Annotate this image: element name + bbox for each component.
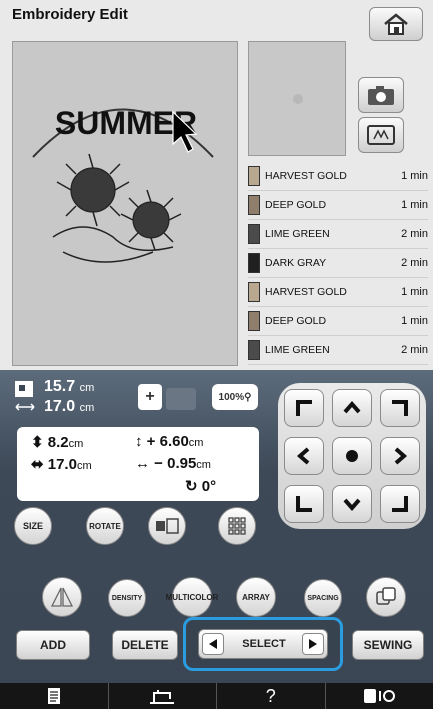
border-pattern-icon — [156, 518, 179, 534]
center-button[interactable] — [332, 437, 372, 475]
camera-icon — [368, 86, 394, 105]
move-up-button[interactable] — [332, 389, 372, 427]
mirror-button[interactable] — [42, 577, 82, 617]
dot-icon — [346, 450, 358, 462]
sewing-machine-icon — [150, 690, 175, 704]
select-label: SELECT — [242, 638, 286, 650]
thread-swatch — [248, 311, 260, 331]
spacing-button[interactable]: SPACING — [304, 579, 342, 617]
corner-up-right-icon — [392, 400, 408, 416]
thread-swatch — [248, 166, 260, 186]
size-info-strip: 15.7 cm 17.0 cm + 100% ⚲ — [0, 376, 260, 422]
chevron-down-icon — [343, 498, 361, 512]
chevron-left-icon — [296, 447, 310, 465]
move-up-right-button[interactable] — [380, 389, 420, 427]
select-previous-button[interactable] — [202, 633, 224, 655]
document-icon — [47, 688, 60, 704]
footer-bar: ? — [0, 683, 433, 709]
move-arrow-pad — [278, 383, 426, 529]
width-icon: ⬌ — [31, 456, 44, 473]
density-button[interactable]: DENSITY — [108, 579, 146, 617]
thumbnail-strip — [166, 388, 196, 410]
horizontal-move-icon: ↔ — [135, 455, 150, 472]
border-button[interactable] — [148, 507, 186, 545]
size-icon — [15, 381, 35, 411]
home-button[interactable] — [369, 7, 423, 41]
duplicate-button[interactable] — [366, 577, 406, 617]
embroidery-frame-icon — [367, 125, 395, 145]
document-button[interactable] — [0, 683, 109, 709]
settings-button[interactable] — [326, 683, 433, 709]
grid-icon — [228, 517, 246, 535]
list-item[interactable]: LIME GREEN 2 min — [248, 336, 428, 365]
thread-swatch — [248, 282, 260, 302]
corner-down-left-icon — [296, 496, 312, 512]
rotate-button[interactable]: ROTATE — [86, 507, 124, 545]
triangle-right-icon — [309, 639, 317, 649]
corner-up-left-icon — [296, 400, 312, 416]
array-button[interactable]: ARRAY — [236, 577, 276, 617]
vertical-offset: ↕ + 6.60cm — [135, 433, 204, 450]
zoom-icon: ⚲ — [244, 391, 252, 403]
duplicate-icon — [376, 587, 396, 605]
move-left-button[interactable] — [284, 437, 324, 475]
embroidery-design: SUMMER — [32, 105, 214, 263]
rotation-icon: ↻ — [185, 478, 198, 495]
thread-swatch — [248, 195, 260, 215]
sewing-button[interactable]: SEWING — [352, 630, 424, 660]
chevron-up-icon — [343, 400, 361, 414]
height-readout: 15.7 cm — [44, 378, 95, 395]
size-button[interactable]: SIZE — [14, 507, 52, 545]
frame-view-button[interactable] — [358, 117, 404, 153]
list-item[interactable]: HARVEST GOLD 1 min — [248, 278, 428, 307]
list-item[interactable]: DARK GRAY 2 min — [248, 249, 428, 278]
zoom-button[interactable]: 100% ⚲ — [212, 384, 258, 410]
move-right-button[interactable] — [380, 437, 420, 475]
list-item[interactable]: LIME GREEN 2 min — [248, 220, 428, 249]
home-icon — [384, 13, 408, 35]
move-down-button[interactable] — [332, 485, 372, 523]
move-down-left-button[interactable] — [284, 485, 324, 523]
select-control: SELECT — [198, 629, 328, 659]
position-info-box: ⬍ 8.2cm ⬌ 17.0cm ↕ + 6.60cm ↔ − 0.95cm ↻… — [17, 427, 259, 501]
page-title: Embroidery Edit — [12, 6, 128, 23]
add-thumbnail-button[interactable]: + — [138, 384, 162, 410]
vertical-move-icon: ↕ — [135, 433, 143, 450]
thread-color-list[interactable]: HARVEST GOLD 1 min DEEP GOLD 1 min LIME GR… — [248, 162, 428, 365]
multi-color-button[interactable]: MULTI COLOR — [166, 577, 218, 617]
chevron-right-icon — [394, 447, 408, 465]
horizontal-offset: ↔ − 0.95cm — [135, 455, 211, 472]
selection-height: ⬍ 8.2cm — [31, 434, 84, 451]
move-up-left-button[interactable] — [284, 389, 324, 427]
list-item[interactable]: DEEP GOLD 1 min — [248, 191, 428, 220]
grid-layout-button[interactable] — [218, 507, 256, 545]
triangle-left-icon — [209, 639, 217, 649]
width-readout: 17.0 cm — [44, 398, 95, 415]
thread-swatch — [248, 253, 260, 273]
move-down-right-button[interactable] — [380, 485, 420, 523]
thread-swatch — [248, 340, 260, 360]
design-preview — [248, 41, 346, 156]
delete-button[interactable]: DELETE — [112, 630, 178, 660]
add-button[interactable]: ADD — [16, 630, 90, 660]
select-next-button[interactable] — [302, 633, 324, 655]
embroidery-canvas[interactable]: SUMMER — [12, 41, 238, 366]
presser-foot-button[interactable] — [109, 683, 217, 709]
help-button[interactable]: ? — [217, 683, 326, 709]
corner-down-right-icon — [392, 496, 408, 512]
settings-icon — [364, 689, 396, 703]
height-icon: ⬍ — [31, 434, 44, 451]
rotation-angle: ↻ 0° — [185, 478, 217, 495]
thread-swatch — [248, 224, 260, 244]
selection-width: ⬌ 17.0cm — [31, 456, 92, 473]
mirror-icon — [50, 587, 74, 607]
list-item[interactable]: DEEP GOLD 1 min — [248, 307, 428, 336]
list-item[interactable]: HARVEST GOLD 1 min — [248, 162, 428, 191]
camera-view-button[interactable] — [358, 77, 404, 113]
